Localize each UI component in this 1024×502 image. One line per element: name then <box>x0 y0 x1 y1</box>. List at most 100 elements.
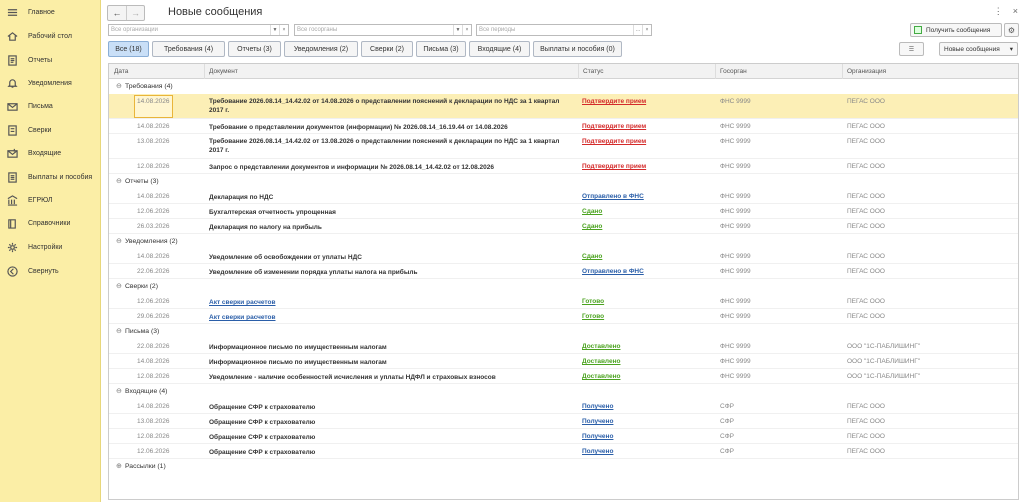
clear-icon[interactable]: × <box>279 25 288 35</box>
group-label: Входящие (4) <box>125 388 168 395</box>
status-link[interactable]: Сдано <box>582 253 602 260</box>
table-row[interactable]: 14.08.2026 Требование 2026.08.14_14.42.02… <box>109 94 1018 119</box>
column-header-status[interactable]: Статус <box>578 64 604 79</box>
tab-5[interactable]: Письма (3) <box>416 41 466 57</box>
status-link[interactable]: Подтвердите прием <box>582 163 646 170</box>
status-link[interactable]: Сдано <box>582 223 602 230</box>
group-row[interactable]: ⊖ Письма (3) <box>109 324 1018 339</box>
table-row[interactable]: 14.08.2026 Требование о представлении док… <box>109 119 1018 134</box>
get-messages-button[interactable]: Получить сообщения <box>910 23 1002 37</box>
sidebar-item-bell[interactable]: Уведомления <box>6 76 98 90</box>
tab-6[interactable]: Входящие (4) <box>469 41 530 57</box>
status-link[interactable]: Доставлено <box>582 358 620 365</box>
column-header-document[interactable]: Документ <box>204 64 238 79</box>
table-row[interactable]: 12.06.2026 Бухгалтерская отчетность упрощ… <box>109 204 1018 219</box>
group-row[interactable]: ⊖ Уведомления (2) <box>109 234 1018 249</box>
period-filter[interactable]: Все периоды … × <box>476 24 652 36</box>
table-row[interactable]: 13.08.2026 Требование 2026.08.14_14.42.02… <box>109 134 1018 159</box>
sidebar-item-collapse[interactable]: Свернуть <box>6 264 98 278</box>
organization-cell: ПЕГАС ООО <box>847 268 885 275</box>
collapse-group-icon[interactable]: ⊖ <box>116 177 122 185</box>
table-row[interactable]: 26.03.2026 Декларация по налогу на прибыл… <box>109 219 1018 234</box>
clear-icon[interactable]: × <box>642 25 651 35</box>
organization-cell: ООО "1С-ПАБЛИШИНГ" <box>847 343 921 350</box>
sidebar-item-book[interactable]: Справочники <box>6 216 98 230</box>
tab-4[interactable]: Сверки (2) <box>361 41 413 57</box>
group-row[interactable]: ⊕ Рассылки (1) <box>109 459 1018 474</box>
tab-2[interactable]: Отчеты (3) <box>228 41 281 57</box>
expand-icon[interactable]: ⊕ <box>116 462 122 470</box>
back-button[interactable]: ← <box>108 6 126 20</box>
status-link[interactable]: Получено <box>582 433 613 440</box>
table-row[interactable]: 14.08.2026 Обращение СФР к страхователю По… <box>109 399 1018 414</box>
table-row[interactable]: 13.08.2026 Обращение СФР к страхователю По… <box>109 414 1018 429</box>
sidebar-item-menu[interactable]: Главное <box>6 5 98 19</box>
dropdown-arrow-icon[interactable]: ▼ <box>270 25 279 35</box>
group-row[interactable]: ⊖ Входящие (4) <box>109 384 1018 399</box>
collapse-group-icon[interactable]: ⊖ <box>116 387 122 395</box>
dropdown-arrow-icon[interactable]: ▼ <box>453 25 462 35</box>
status-link[interactable]: Сдано <box>582 208 602 215</box>
collapse-group-icon[interactable]: ⊖ <box>116 282 122 290</box>
select-period-icon[interactable]: … <box>633 25 642 35</box>
document-cell[interactable]: Акт сверки расчетов <box>209 298 574 307</box>
status-link[interactable]: Отправлено в ФНС <box>582 268 644 275</box>
organization-filter[interactable]: Все организации ▼ × <box>108 24 289 36</box>
status-link[interactable]: Подтвердите прием <box>582 123 646 130</box>
tab-1[interactable]: Требования (4) <box>152 41 225 57</box>
sidebar-item-registry[interactable]: ЕГРЮЛ <box>6 193 98 207</box>
close-icon[interactable]: × <box>1013 6 1018 17</box>
group-row[interactable]: ⊖ Сверки (2) <box>109 279 1018 294</box>
status-link[interactable]: Получено <box>582 403 613 410</box>
column-header-date[interactable]: Дата <box>114 68 128 75</box>
document-cell[interactable]: Акт сверки расчетов <box>209 313 574 322</box>
government-agency-filter[interactable]: Все госорганы ▼ × <box>294 24 472 36</box>
organization-cell: ПЕГАС ООО <box>847 163 885 170</box>
status-link[interactable]: Получено <box>582 448 613 455</box>
more-icon[interactable]: ⋮ <box>994 6 1003 17</box>
settings-gear-button[interactable]: ⚙ <box>1004 23 1019 37</box>
document-cell: Декларация по налогу на прибыль <box>209 224 322 231</box>
status-link[interactable]: Подтвердите прием <box>582 138 646 145</box>
group-row[interactable]: ⊖ Требования (4) <box>109 79 1018 94</box>
table-row[interactable]: 12.08.2026 Уведомление - наличие особенно… <box>109 369 1018 384</box>
tab-3[interactable]: Уведомления (2) <box>284 41 358 57</box>
list-options-button[interactable]: ☰ <box>899 42 924 56</box>
status-link[interactable]: Отправлено в ФНС <box>582 193 644 200</box>
sidebar-item-inbox[interactable]: Входящие <box>6 146 98 160</box>
sidebar-item-home[interactable]: Рабочий стол <box>6 29 98 43</box>
table-row[interactable]: 12.08.2026 Запрос о представлении докумен… <box>109 159 1018 174</box>
status-link[interactable]: Доставлено <box>582 343 620 350</box>
column-header-gov-agency[interactable]: Госорган <box>715 64 747 79</box>
collapse-group-icon[interactable]: ⊖ <box>116 82 122 90</box>
table-row[interactable]: 14.08.2026 Декларация по НДС Отправлено в … <box>109 189 1018 204</box>
status-link[interactable]: Подтвердите прием <box>582 98 646 105</box>
sidebar-item-label: Справочники <box>28 219 71 227</box>
sidebar-item-reports[interactable]: Отчеты <box>6 53 98 67</box>
table-row[interactable]: 12.08.2026 Обращение СФР к страхователю По… <box>109 429 1018 444</box>
table-row[interactable]: 22.06.2026 Уведомление об изменении поряд… <box>109 264 1018 279</box>
sidebar-item-reconcile[interactable]: Сверки <box>6 123 98 137</box>
sidebar-item-mail[interactable]: Письма <box>6 99 98 113</box>
collapse-group-icon[interactable]: ⊖ <box>116 237 122 245</box>
column-header-organization[interactable]: Организация <box>842 64 886 79</box>
table-row[interactable]: 12.06.2026 Обращение СФР к страхователю По… <box>109 444 1018 459</box>
table-row[interactable]: 14.08.2026 Уведомление об освобождении от… <box>109 249 1018 264</box>
forward-button[interactable]: → <box>126 6 144 20</box>
table-row[interactable]: 12.06.2026 Акт сверки расчетов Готово ФНС 9… <box>109 294 1018 309</box>
table-row[interactable]: 14.08.2026 Информационное письмо по имуще… <box>109 354 1018 369</box>
tab-7[interactable]: Выплаты и пособия (0) <box>533 41 622 57</box>
status-link[interactable]: Готово <box>582 313 604 320</box>
collapse-group-icon[interactable]: ⊖ <box>116 327 122 335</box>
clear-icon[interactable]: × <box>462 25 471 35</box>
group-row[interactable]: ⊖ Отчеты (3) <box>109 174 1018 189</box>
status-link[interactable]: Готово <box>582 298 604 305</box>
view-select[interactable]: Новые сообщения ▾ <box>939 42 1018 56</box>
table-row[interactable]: 29.06.2026 Акт сверки расчетов Готово ФНС 9… <box>109 309 1018 324</box>
tab-0[interactable]: Все (18) <box>108 41 149 57</box>
status-link[interactable]: Доставлено <box>582 373 620 380</box>
sidebar-item-payments[interactable]: Выплаты и пособия <box>6 170 98 184</box>
status-link[interactable]: Получено <box>582 418 613 425</box>
sidebar-item-gear[interactable]: Настройки <box>6 240 98 254</box>
table-row[interactable]: 22.08.2026 Информационное письмо по имуще… <box>109 339 1018 354</box>
